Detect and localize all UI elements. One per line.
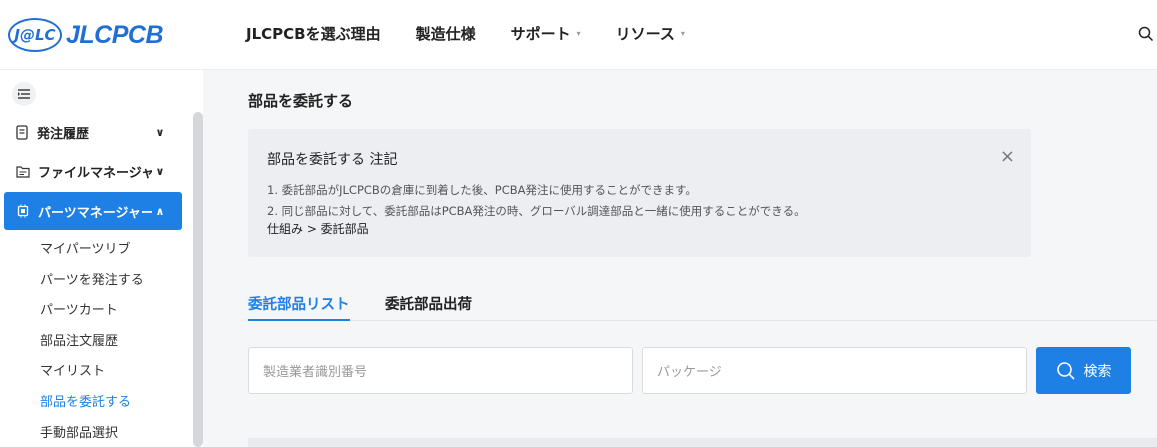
tab-bar: 委託部品リスト 委託部品出荷 <box>248 293 1157 321</box>
sidebar-item-order-history[interactable]: 発注履歴 ∨ <box>0 113 182 151</box>
sidebar-subitem-manual-selection[interactable]: 手動部品選択 <box>40 422 118 441</box>
mpn-input[interactable]: 製造業者識別番号 <box>248 347 633 394</box>
sidebar-item-parts-manager[interactable]: パーツマネージャー ∧ <box>4 192 182 230</box>
how-it-works-link[interactable]: 仕組み > 委託部品 <box>267 220 369 237</box>
document-icon <box>16 124 28 140</box>
logo-badge: J@LC <box>8 18 62 52</box>
nav-why-jlcpcb[interactable]: JLCPCBを選ぶ理由 <box>246 23 381 44</box>
close-icon[interactable]: × <box>1000 146 1015 167</box>
nav-label: リソース <box>615 25 675 43</box>
tab-consigned-parts-shipment[interactable]: 委託部品出荷 <box>385 293 472 321</box>
jlcpcb-logo[interactable]: J@LC JLCPCB <box>8 18 164 52</box>
sidebar-subitem-parts-cart[interactable]: パーツカート <box>40 299 118 318</box>
notice-title: 部品を委託する 注記 <box>267 152 398 168</box>
search-icon <box>1056 361 1075 380</box>
nav-capabilities[interactable]: 製造仕様 <box>416 23 476 44</box>
sidebar-subitem-consign-parts[interactable]: 部品を委託する <box>40 391 131 410</box>
sidebar-item-label: パーツマネージャー <box>38 205 152 221</box>
nav-label: JLCPCBを選ぶ理由 <box>246 25 381 43</box>
nav-label: サポート <box>510 25 571 43</box>
caret-down-icon: ▾ <box>680 29 685 38</box>
menu-collapse-icon[interactable] <box>12 82 36 106</box>
folder-icon <box>16 165 30 178</box>
sidebar-item-file-manager[interactable]: ファイルマネージャー ∨ <box>0 152 182 190</box>
chevron-up-icon: ∧ <box>155 204 165 218</box>
page-title: 部品を委託する <box>248 92 354 110</box>
search-button-label: 検索 <box>1083 363 1112 380</box>
chip-icon <box>17 204 29 218</box>
sidebar-item-label: ファイルマネージャー <box>38 165 152 181</box>
nav-resources[interactable]: リソース ▾ <box>616 23 685 44</box>
package-input[interactable]: パッケージ <box>642 347 1027 394</box>
main-nav: JLCPCBを選ぶ理由 製造仕様 サポート ▾ リソース ▾ <box>246 23 720 44</box>
caret-down-icon: ▾ <box>576 29 581 38</box>
notice-line: 2. 同じ部品に対して、委託部品はPCBA発注の時、グローバル調達部品と一緒に使… <box>267 204 806 218</box>
sidebar-subitem-my-parts-lib[interactable]: マイパーツリブ <box>40 238 130 257</box>
top-header: J@LC JLCPCB JLCPCBを選ぶ理由 製造仕様 サポート ▾ リソース ▾ <box>0 0 1157 70</box>
notice-line: 1. 委託部品がJLCPCBの倉庫に到着した後、PCBA発注に使用することができ… <box>267 183 697 197</box>
nav-support[interactable]: サポート ▾ <box>511 23 581 44</box>
search-icon[interactable] <box>1138 26 1154 42</box>
chevron-down-icon: ∨ <box>155 164 165 178</box>
tab-consigned-parts-list[interactable]: 委託部品リスト <box>248 293 350 321</box>
table-header-strip <box>248 438 1157 447</box>
chevron-down-icon: ∨ <box>155 125 165 139</box>
notice-panel: 部品を委託する 注記 × 1. 委託部品がJLCPCBの倉庫に到着した後、PCB… <box>248 129 1031 257</box>
sidebar-subitem-parts-order-history[interactable]: 部品注文履歴 <box>40 330 118 349</box>
nav-label: 製造仕様 <box>415 25 476 43</box>
sidebar-subitem-my-list[interactable]: マイリスト <box>40 360 105 379</box>
sidebar-subitem-order-parts[interactable]: パーツを発注する <box>40 269 144 288</box>
logo-text: JLCPCB <box>66 20 164 49</box>
sidebar-scrollbar[interactable] <box>193 112 203 447</box>
search-button[interactable]: 検索 <box>1036 347 1131 394</box>
sidebar-item-label: 発注履歴 <box>37 126 90 142</box>
